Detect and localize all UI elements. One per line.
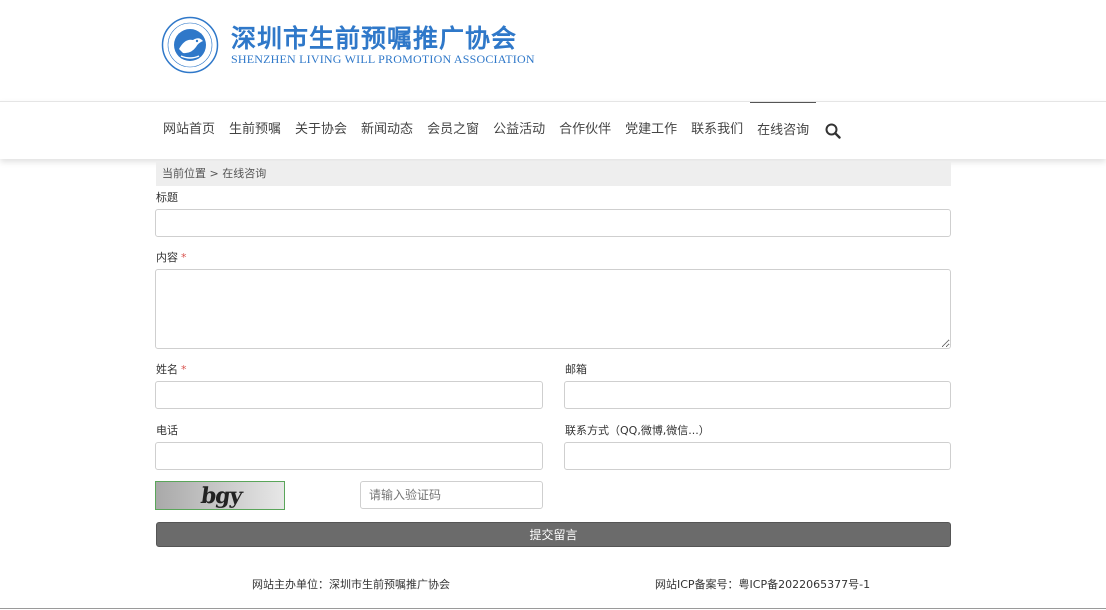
nav-item-home[interactable]: 网站首页: [156, 102, 222, 160]
footer-divider: [0, 608, 1106, 609]
email-label: 邮箱: [565, 363, 587, 376]
nav-item-about[interactable]: 关于协会: [288, 102, 354, 160]
nav-item-living-will[interactable]: 生前预嘱: [222, 102, 288, 160]
footer-sponsor: 网站主办单位：深圳市生前预嘱推广协会: [252, 578, 450, 591]
captcha-input[interactable]: [360, 481, 543, 509]
contact-input[interactable]: [564, 442, 951, 470]
submit-button[interactable]: 提交留言: [156, 522, 951, 547]
nav-item-charity[interactable]: 公益活动: [486, 102, 552, 160]
required-mark: *: [181, 251, 187, 264]
content-label: 内容 *: [156, 249, 187, 265]
name-label: 姓名 *: [156, 361, 187, 377]
name-input[interactable]: [155, 381, 543, 409]
title-label: 标题: [156, 191, 178, 204]
footer-icp[interactable]: 网站ICP备案号：粤ICP备2022065377号-1: [655, 576, 870, 592]
nav-item-consult[interactable]: 在线咨询: [750, 102, 817, 160]
nav-item-partners[interactable]: 合作伙伴: [552, 102, 618, 160]
nav-list: 网站首页 生前预嘱 关于协会 新闻动态 会员之窗 公益活动 合作伙伴 党建工作 …: [156, 102, 848, 160]
nav-item-contact[interactable]: 联系我们: [684, 102, 750, 160]
content-label-text: 内容: [156, 251, 178, 264]
email-input[interactable]: [564, 381, 951, 409]
nav-item-news[interactable]: 新闻动态: [354, 102, 420, 160]
breadcrumb: 当前位置 > 在线咨询: [156, 161, 951, 186]
phone-input[interactable]: [155, 442, 543, 470]
nav-item-party-work[interactable]: 党建工作: [618, 102, 684, 160]
main-nav: 网站首页 生前预嘱 关于协会 新闻动态 会员之窗 公益活动 合作伙伴 党建工作 …: [0, 101, 1106, 159]
nav-item-members[interactable]: 会员之窗: [420, 102, 486, 160]
content-textarea[interactable]: [155, 269, 951, 349]
captcha-text: bgy: [199, 483, 244, 509]
association-logo-icon[interactable]: [161, 16, 219, 74]
title-input[interactable]: [155, 209, 951, 237]
name-label-text: 姓名: [156, 363, 178, 376]
site-header: 深圳市生前预嘱推广协会 SHENZHEN LIVING WILL PROMOTI…: [0, 0, 1106, 101]
brand-title[interactable]: 深圳市生前预嘱推广协会: [231, 19, 517, 55]
brand-subtitle: SHENZHEN LIVING WILL PROMOTION ASSOCIATI…: [231, 52, 535, 66]
contact-label: 联系方式（QQ,微博,微信...）: [565, 424, 710, 437]
phone-label: 电话: [156, 424, 178, 437]
required-mark: *: [181, 363, 187, 376]
search-icon[interactable]: [818, 102, 848, 160]
captcha-image[interactable]: bgy: [155, 481, 285, 510]
